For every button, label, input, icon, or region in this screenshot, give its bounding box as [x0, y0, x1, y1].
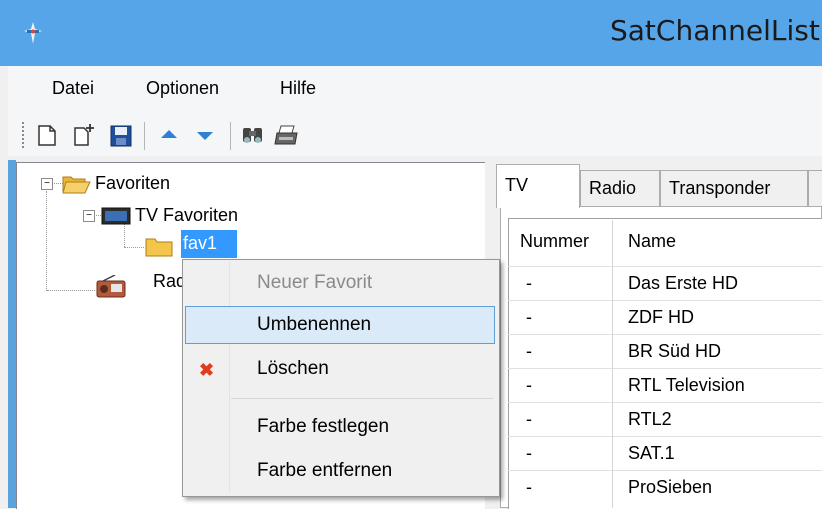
tree-node-favoriten[interactable]: Favoriten	[95, 173, 170, 194]
tab-radio[interactable]: Radio	[580, 170, 660, 206]
folder-icon	[145, 238, 173, 257]
cell-name: RTL Television	[628, 375, 745, 395]
radio-icon	[96, 275, 126, 298]
print-icon[interactable]	[272, 120, 302, 150]
context-menu: Neuer Favorit Umbenennen ✖ Löschen Farbe…	[182, 259, 500, 497]
tab-tv[interactable]: TV	[496, 164, 580, 208]
menu-item-label: Neuer Favorit	[257, 272, 373, 293]
monitor-icon	[101, 207, 131, 225]
tree-node-fav1-selected[interactable]: fav1	[181, 230, 237, 258]
menu-item-farbe-festlegen[interactable]: Farbe festlegen	[185, 408, 495, 446]
cell-nummer: -	[526, 273, 532, 293]
cell-name: BR Süd HD	[628, 341, 722, 361]
table-row[interactable]: - Das Erste HD	[508, 266, 822, 301]
menu-item-umbenennen[interactable]: Umbenennen	[185, 306, 495, 344]
tab-next[interactable]	[808, 170, 822, 206]
column-header-name[interactable]: Name	[628, 231, 676, 252]
menu-item-label: Farbe festlegen	[257, 416, 390, 437]
cell-nummer: -	[526, 375, 532, 395]
table-row[interactable]: - ZDF HD	[508, 300, 822, 335]
tab-transponder[interactable]: Transponder	[660, 170, 808, 206]
column-header-nummer[interactable]: Nummer	[520, 231, 589, 252]
table-row[interactable]: - RTL Television	[508, 368, 822, 403]
menu-hilfe[interactable]: Hilfe	[280, 78, 316, 99]
tree-line	[124, 247, 144, 249]
cell-nummer: -	[526, 307, 532, 327]
table-row[interactable]: - BR Süd HD	[508, 334, 822, 369]
move-up-icon[interactable]	[154, 120, 184, 150]
menu-item-farbe-entfernen[interactable]: Farbe entfernen	[185, 452, 495, 490]
save-icon[interactable]	[106, 120, 136, 150]
menu-item-label: Farbe entfernen	[257, 460, 393, 481]
left-frame-edge	[8, 160, 16, 508]
collapse-favoriten-toggle[interactable]: −	[41, 178, 53, 190]
cell-nummer: -	[526, 443, 532, 463]
menu-optionen[interactable]: Optionen	[146, 78, 219, 99]
table-row[interactable]: - SAT.1	[508, 436, 822, 471]
menu-item-neuer-favorit[interactable]: Neuer Favorit	[185, 264, 495, 302]
satellite-app-icon[interactable]	[20, 20, 46, 46]
cell-nummer: -	[526, 477, 532, 497]
menu-item-loeschen[interactable]: ✖ Löschen	[185, 350, 495, 388]
menu-item-label: Löschen	[257, 358, 329, 379]
cell-name: ZDF HD	[628, 307, 694, 327]
tree-line	[46, 191, 48, 291]
tree-node-tv-favoriten[interactable]: TV Favoriten	[135, 205, 238, 226]
cell-nummer: -	[526, 409, 532, 429]
move-down-icon[interactable]	[190, 120, 220, 150]
title-bar: SatChannelList	[0, 0, 822, 66]
find-icon[interactable]	[238, 120, 268, 150]
table-row[interactable]: - ProSieben	[508, 470, 822, 505]
toolbar-separator	[144, 122, 145, 150]
new-file-icon[interactable]	[32, 120, 62, 150]
toolbar-separator	[230, 122, 231, 150]
tree-line	[47, 290, 95, 292]
window-title: SatChannelList	[610, 14, 820, 47]
cell-nummer: -	[526, 341, 532, 361]
folder-open-icon	[62, 176, 91, 194]
delete-x-icon: ✖	[199, 360, 215, 380]
toolbar-grip[interactable]	[22, 122, 24, 150]
collapse-tv-toggle[interactable]: −	[83, 210, 95, 222]
toolbar	[8, 112, 822, 156]
tree-node-fav1: fav1	[183, 233, 218, 253]
menu-bar: Datei Optionen Hilfe	[8, 66, 822, 112]
cell-name: SAT.1	[628, 443, 675, 463]
menu-datei[interactable]: Datei	[52, 78, 94, 99]
cell-name: ProSieben	[628, 477, 713, 497]
menu-separator	[231, 398, 493, 399]
table-row[interactable]: - RTL2	[508, 402, 822, 437]
import-icon[interactable]	[70, 120, 100, 150]
menu-item-label: Umbenennen	[257, 314, 372, 335]
cell-name: Das Erste HD	[628, 273, 739, 293]
cell-name: RTL2	[628, 409, 672, 429]
